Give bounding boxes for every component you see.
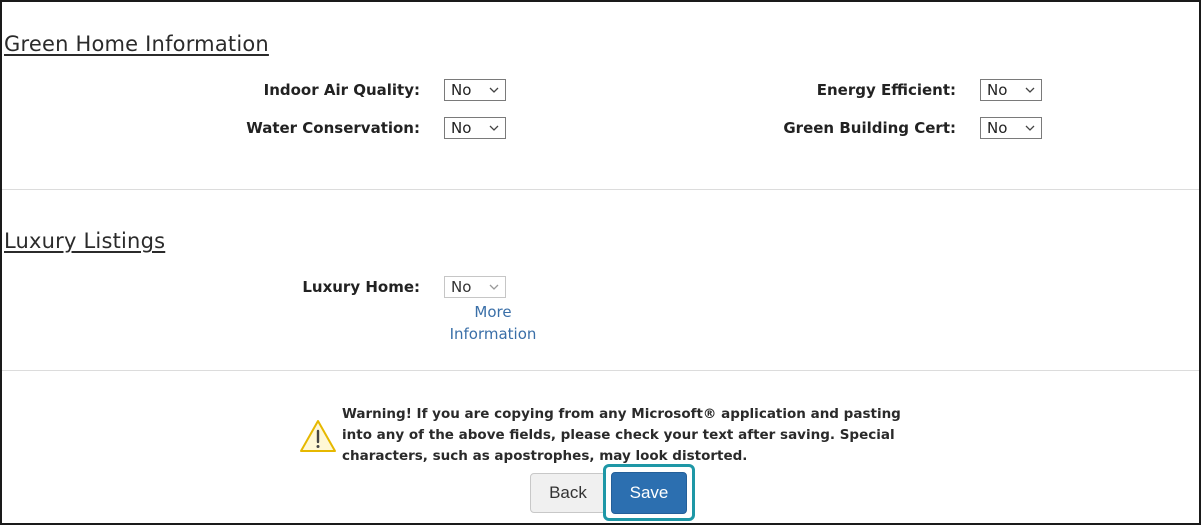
chevron-down-icon — [489, 87, 499, 93]
more-information-link[interactable]: More Information — [438, 301, 548, 345]
water-conservation-select[interactable]: No — [444, 117, 506, 139]
luxury-listings-heading: Luxury Listings — [4, 229, 166, 253]
warning-message: Warning! If you are copying from any Mic… — [342, 406, 901, 464]
green-building-cert-select[interactable]: No — [980, 117, 1042, 139]
water-conservation-value: No — [451, 119, 472, 137]
section-divider — [2, 370, 1199, 371]
water-conservation-label: Water Conservation: — [246, 119, 420, 137]
save-button[interactable]: Save — [611, 472, 687, 514]
energy-efficient-label: Energy Efficient: — [816, 81, 956, 99]
luxury-home-value: No — [451, 278, 472, 296]
chevron-down-icon — [489, 284, 499, 290]
chevron-down-icon — [1025, 125, 1035, 131]
luxury-home-label: Luxury Home: — [302, 278, 420, 296]
chevron-down-icon — [489, 125, 499, 131]
back-button[interactable]: Back — [530, 473, 606, 513]
form-panel: Green Home Information Indoor Air Qualit… — [0, 0, 1201, 525]
indoor-air-quality-label: Indoor Air Quality: — [263, 81, 420, 99]
green-building-cert-value: No — [987, 119, 1008, 137]
green-building-cert-label: Green Building Cert: — [783, 119, 956, 137]
energy-efficient-select[interactable]: No — [980, 79, 1042, 101]
chevron-down-icon — [1025, 87, 1035, 93]
green-home-heading: Green Home Information — [4, 32, 269, 56]
luxury-home-select[interactable]: No — [444, 276, 506, 298]
indoor-air-quality-value: No — [451, 81, 472, 99]
energy-efficient-value: No — [987, 81, 1008, 99]
warning-icon — [300, 420, 336, 452]
section-divider — [2, 189, 1199, 190]
indoor-air-quality-select[interactable]: No — [444, 79, 506, 101]
